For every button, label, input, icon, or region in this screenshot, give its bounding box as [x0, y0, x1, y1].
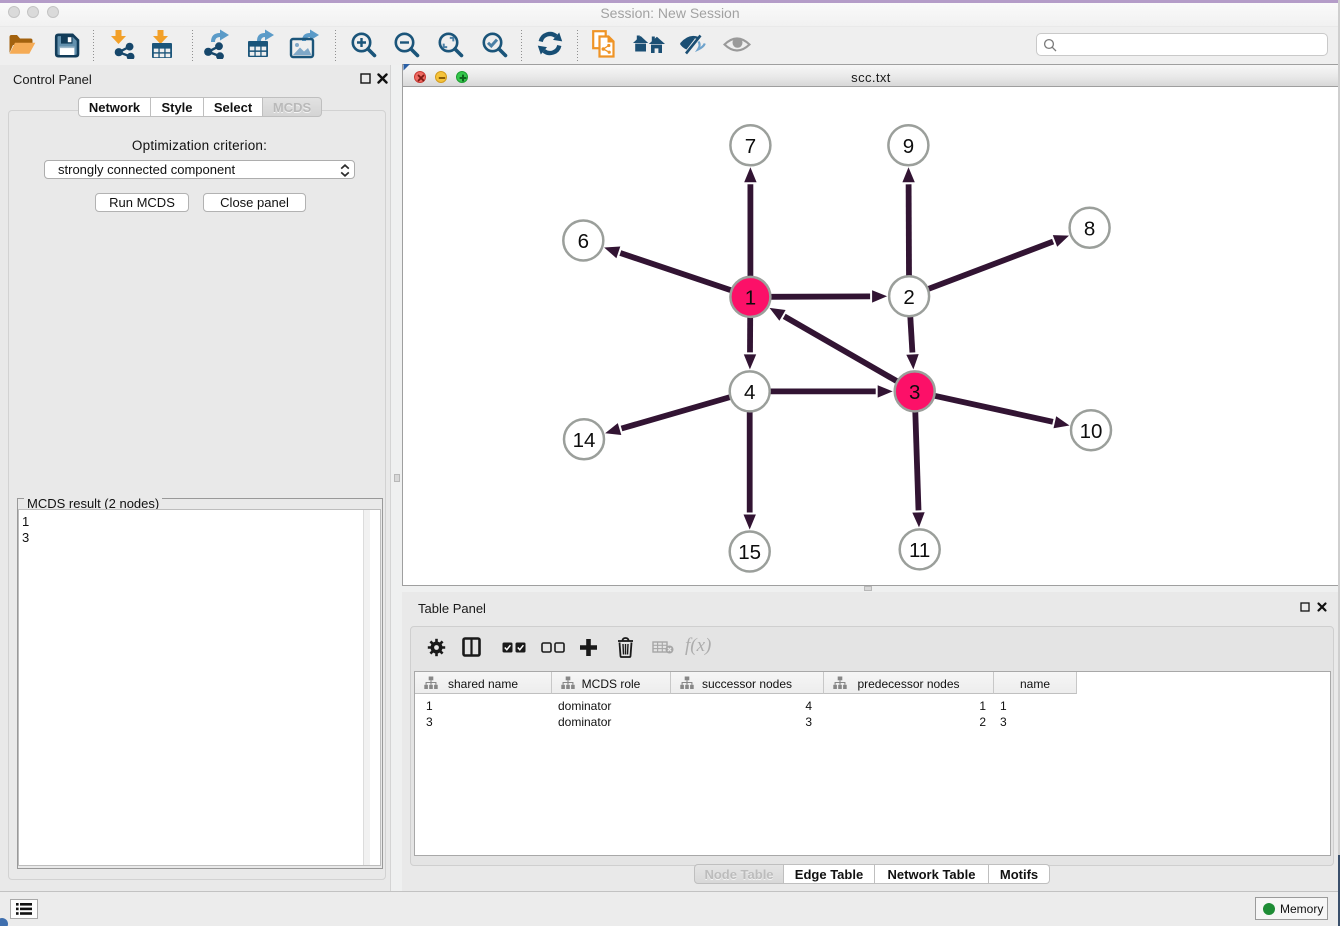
svg-text:9: 9	[903, 135, 914, 158]
svg-text:15: 15	[738, 541, 761, 564]
svg-text:8: 8	[1084, 218, 1095, 241]
svg-text:2: 2	[903, 286, 914, 309]
svg-text:11: 11	[909, 539, 930, 562]
svg-text:10: 10	[1080, 420, 1103, 443]
svg-text:1: 1	[745, 287, 756, 310]
svg-text:6: 6	[578, 230, 589, 253]
svg-text:4: 4	[744, 381, 755, 404]
svg-text:14: 14	[573, 429, 596, 452]
svg-text:3: 3	[909, 381, 920, 404]
svg-text:7: 7	[745, 135, 756, 158]
